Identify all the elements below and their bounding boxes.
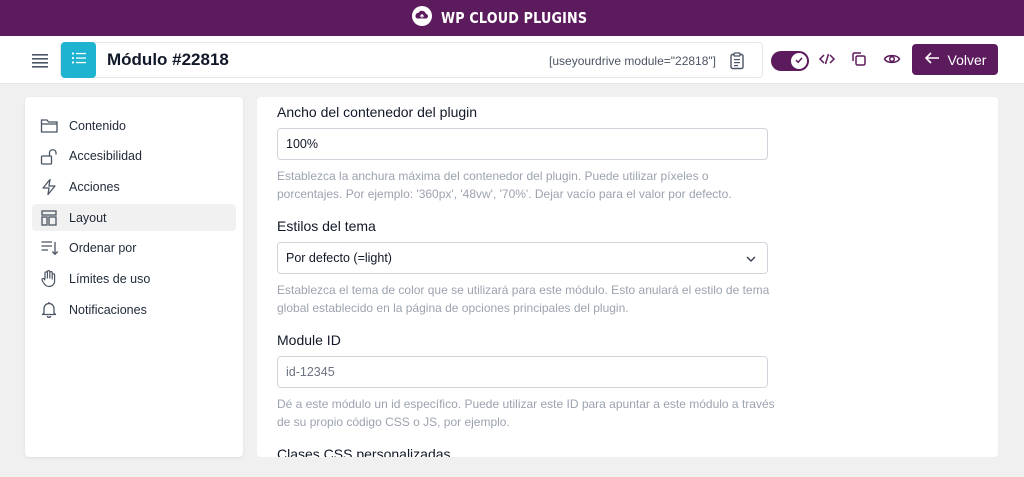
module-id-input[interactable]: id-12345: [277, 356, 768, 388]
module-shortcode: [useyourdrive module="22818"]: [549, 54, 716, 68]
sidebar-item-accesibilidad[interactable]: Accesibilidad: [32, 143, 236, 170]
list-icon: [71, 51, 87, 70]
cloud-logo-icon: [411, 5, 433, 32]
duplicate-button[interactable]: [849, 51, 869, 71]
theme-help-text: Establezca el tema de color que se utili…: [277, 283, 770, 315]
layout-icon: [39, 208, 59, 228]
sidebar-item-label: Acciones: [69, 179, 120, 194]
chevron-down-icon: [745, 253, 757, 268]
lightning-icon: [39, 177, 59, 197]
folder-icon: [39, 116, 59, 136]
sidebar-item-acciones[interactable]: Acciones: [32, 173, 236, 200]
layout-settings-panel: Ancho del contenedor del plugin 100% Est…: [257, 97, 998, 457]
brand-name: WP CLOUD PLUGINS: [440, 9, 588, 27]
width-field-label: Ancho del contenedor del plugin: [277, 104, 478, 120]
sidebar-item-label: Límites de uso: [69, 271, 151, 286]
sidebar-item-label: Contenido: [69, 118, 126, 133]
sidebar-item-label: Notificaciones: [69, 302, 147, 317]
eye-icon: [883, 50, 901, 73]
arrow-left-icon: [924, 51, 940, 68]
width-help-text: Establezca la anchura máxima del contene…: [277, 169, 732, 201]
sidebar-item-label: Accesibilidad: [69, 149, 142, 164]
menu-button[interactable]: [30, 50, 50, 70]
theme-select[interactable]: Por defecto (=light): [277, 242, 768, 274]
sidebar-item-contenido[interactable]: Contenido: [32, 112, 236, 139]
sidebar-item-ordenar-por[interactable]: Ordenar por: [32, 235, 236, 262]
theme-field-label: Estilos del tema: [277, 218, 376, 234]
css-classes-field-label: Clases CSS personalizadas: [277, 446, 451, 457]
sidebar-item-limites-de-uso[interactable]: Límites de uso: [32, 265, 236, 292]
sidebar-item-notificaciones[interactable]: Notificaciones: [32, 296, 236, 323]
module-title-box: Módulo #22818 [useyourdrive module="2281…: [60, 42, 763, 78]
module-id-field-label: Module ID: [277, 332, 341, 348]
back-button[interactable]: Volver: [912, 44, 998, 75]
copy-icon: [850, 50, 868, 73]
bell-icon: [39, 300, 59, 320]
unlock-icon: [39, 146, 59, 166]
embed-code-button[interactable]: [817, 51, 837, 71]
check-icon: [794, 52, 804, 70]
sidebar-item-layout[interactable]: Layout: [32, 204, 236, 232]
sidebar-item-label: Ordenar por: [69, 241, 137, 256]
code-icon: [818, 50, 836, 73]
copy-shortcode-button[interactable]: [727, 51, 747, 71]
theme-select-value: Por defecto (=light): [286, 251, 392, 265]
toggle-knob: [791, 53, 807, 69]
module-title: Módulo #22818: [107, 50, 229, 69]
hamburger-icon: [30, 54, 50, 74]
sidebar-item-label: Layout: [69, 210, 107, 225]
width-input[interactable]: 100%: [277, 128, 768, 160]
module-enabled-toggle[interactable]: [771, 51, 809, 71]
module-toolbar: Módulo #22818 [useyourdrive module="2281…: [0, 36, 1024, 84]
settings-sidebar: Contenido Accesibilidad Acciones Layout …: [25, 97, 243, 457]
brand-logo: WP CLOUD PLUGINS: [411, 5, 613, 32]
hand-icon: [39, 269, 59, 289]
sort-icon: [39, 238, 59, 258]
top-brand-bar: WP CLOUD PLUGINS: [0, 0, 1024, 36]
module-id-help-text: Dé a este módulo un id específico. Puede…: [277, 397, 775, 429]
clipboard-icon: [727, 52, 747, 75]
preview-button[interactable]: [882, 51, 902, 71]
module-list-button[interactable]: [61, 42, 96, 78]
back-button-label: Volver: [947, 51, 987, 68]
